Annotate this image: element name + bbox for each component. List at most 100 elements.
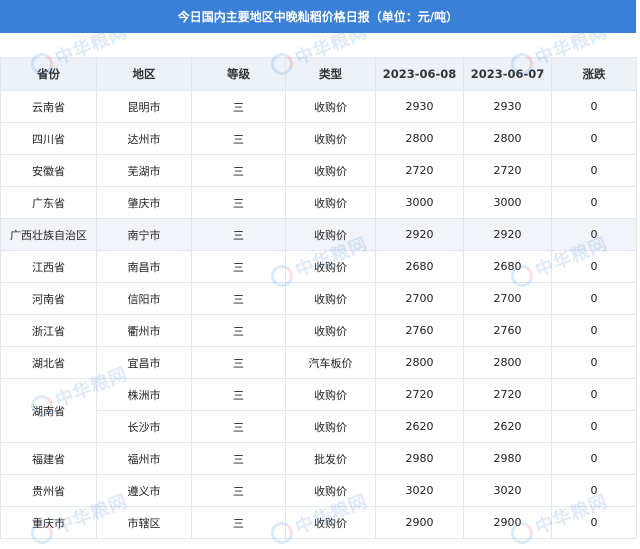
spacer [0,33,636,57]
cell-region: 南昌市 [96,250,192,283]
cell-change: 0 [551,506,637,539]
cell-type: 收购价 [285,90,376,123]
table-row: 云南省 昆明市 三 收购价 2930 2930 0 [0,90,637,123]
cell-change: 0 [551,282,637,315]
cell-region: 福州市 [96,442,192,475]
cell-grade: 三 [191,474,286,507]
cell-province: 福建省 [0,442,97,475]
table-row: 江西省 南昌市 三 收购价 2680 2680 0 [0,250,637,283]
header-type: 类型 [285,57,376,91]
report-title: 今日国内主要地区中晚籼稻价格日报（单位：元/吨） [177,10,459,24]
report-title-bar: 今日国内主要地区中晚籼稻价格日报（单位：元/吨） [0,0,636,33]
cell-type: 收购价 [285,250,376,283]
cell-change: 0 [551,442,637,475]
table-row: 重庆市 市辖区 三 收购价 2900 2900 0 [0,506,637,539]
cell-change: 0 [551,378,637,411]
cell-province: 广西壮族自治区 [0,218,97,251]
table-row: 广东省 肇庆市 三 收购价 3000 3000 0 [0,186,637,219]
cell-grade: 三 [191,346,286,379]
cell-province: 四川省 [0,122,97,155]
cell-price-2: 2620 [463,410,552,443]
cell-price-1: 2700 [375,282,464,315]
header-date-1: 2023-06-08 [375,57,464,91]
cell-price-1: 2760 [375,314,464,347]
cell-price-2: 2700 [463,282,552,315]
cell-price-2: 2800 [463,122,552,155]
cell-price-2: 3020 [463,474,552,507]
cell-region: 市辖区 [96,506,192,539]
table-row: 福建省 福州市 三 批发价 2980 2980 0 [0,442,637,475]
cell-price-1: 3000 [375,186,464,219]
cell-region: 南宁市 [96,218,192,251]
cell-grade: 三 [191,442,286,475]
cell-price-1: 2620 [375,410,464,443]
cell-region: 肇庆市 [96,186,192,219]
cell-type: 收购价 [285,154,376,187]
cell-region: 达州市 [96,122,192,155]
table-row: 湖北省 宜昌市 三 汽车板价 2800 2800 0 [0,346,637,379]
cell-type: 收购价 [285,314,376,347]
cell-price-2: 2680 [463,250,552,283]
cell-region: 信阳市 [96,282,192,315]
header-change: 涨跌 [551,57,637,91]
cell-price-1: 2720 [375,154,464,187]
table-row: 长沙市 三 收购价 2620 2620 0 [1,410,637,443]
cell-province: 重庆市 [0,506,97,539]
cell-grade: 三 [191,122,286,155]
cell-province: 江西省 [0,250,97,283]
cell-change: 0 [551,218,637,251]
header-date-2: 2023-06-07 [463,57,552,91]
table-header-row: 省份 地区 等级 类型 2023-06-08 2023-06-07 涨跌 [0,57,637,91]
cell-province-merged: 湖南省 [0,378,97,443]
cell-price-1: 2800 [375,122,464,155]
cell-grade: 三 [191,378,286,411]
cell-province: 湖北省 [0,346,97,379]
cell-type: 收购价 [285,378,376,411]
cell-region: 衢州市 [96,314,192,347]
price-table: 省份 地区 等级 类型 2023-06-08 2023-06-07 涨跌 云南省… [0,57,637,539]
cell-change: 0 [551,122,637,155]
cell-grade: 三 [191,314,286,347]
cell-price-1: 3020 [375,474,464,507]
cell-region: 长沙市 [96,410,192,443]
cell-type: 收购价 [285,410,376,443]
table-row: 浙江省 衢州市 三 收购价 2760 2760 0 [0,314,637,347]
cell-grade: 三 [191,218,286,251]
cell-province: 广东省 [0,186,97,219]
cell-grade: 三 [191,506,286,539]
cell-province: 安徽省 [0,154,97,187]
cell-change: 0 [551,346,637,379]
cell-grade: 三 [191,250,286,283]
table-row: 四川省 达州市 三 收购价 2800 2800 0 [0,122,637,155]
cell-grade: 三 [191,90,286,123]
cell-type: 收购价 [285,506,376,539]
cell-type: 收购价 [285,186,376,219]
cell-price-1: 2680 [375,250,464,283]
cell-type: 收购价 [285,122,376,155]
cell-price-1: 2800 [375,346,464,379]
cell-price-1: 2980 [375,442,464,475]
cell-change: 0 [551,314,637,347]
cell-change: 0 [551,90,637,123]
cell-price-1: 2930 [375,90,464,123]
cell-type: 汽车板价 [285,346,376,379]
cell-type: 收购价 [285,474,376,507]
cell-province: 云南省 [0,90,97,123]
table-row-highlighted[interactable]: 广西壮族自治区 南宁市 三 收购价 2920 2920 0 [0,218,637,251]
cell-region: 宜昌市 [96,346,192,379]
cell-grade: 三 [191,410,286,443]
cell-change: 0 [551,474,637,507]
cell-change: 0 [551,186,637,219]
cell-grade: 三 [191,282,286,315]
cell-grade: 三 [191,186,286,219]
cell-price-2: 2920 [463,218,552,251]
header-region: 地区 [96,57,192,91]
cell-type: 批发价 [285,442,376,475]
cell-region: 遵义市 [96,474,192,507]
cell-region: 昆明市 [96,90,192,123]
cell-price-1: 2720 [375,378,464,411]
cell-price-2: 2980 [463,442,552,475]
cell-price-2: 2760 [463,314,552,347]
cell-grade: 三 [191,154,286,187]
cell-price-2: 2900 [463,506,552,539]
